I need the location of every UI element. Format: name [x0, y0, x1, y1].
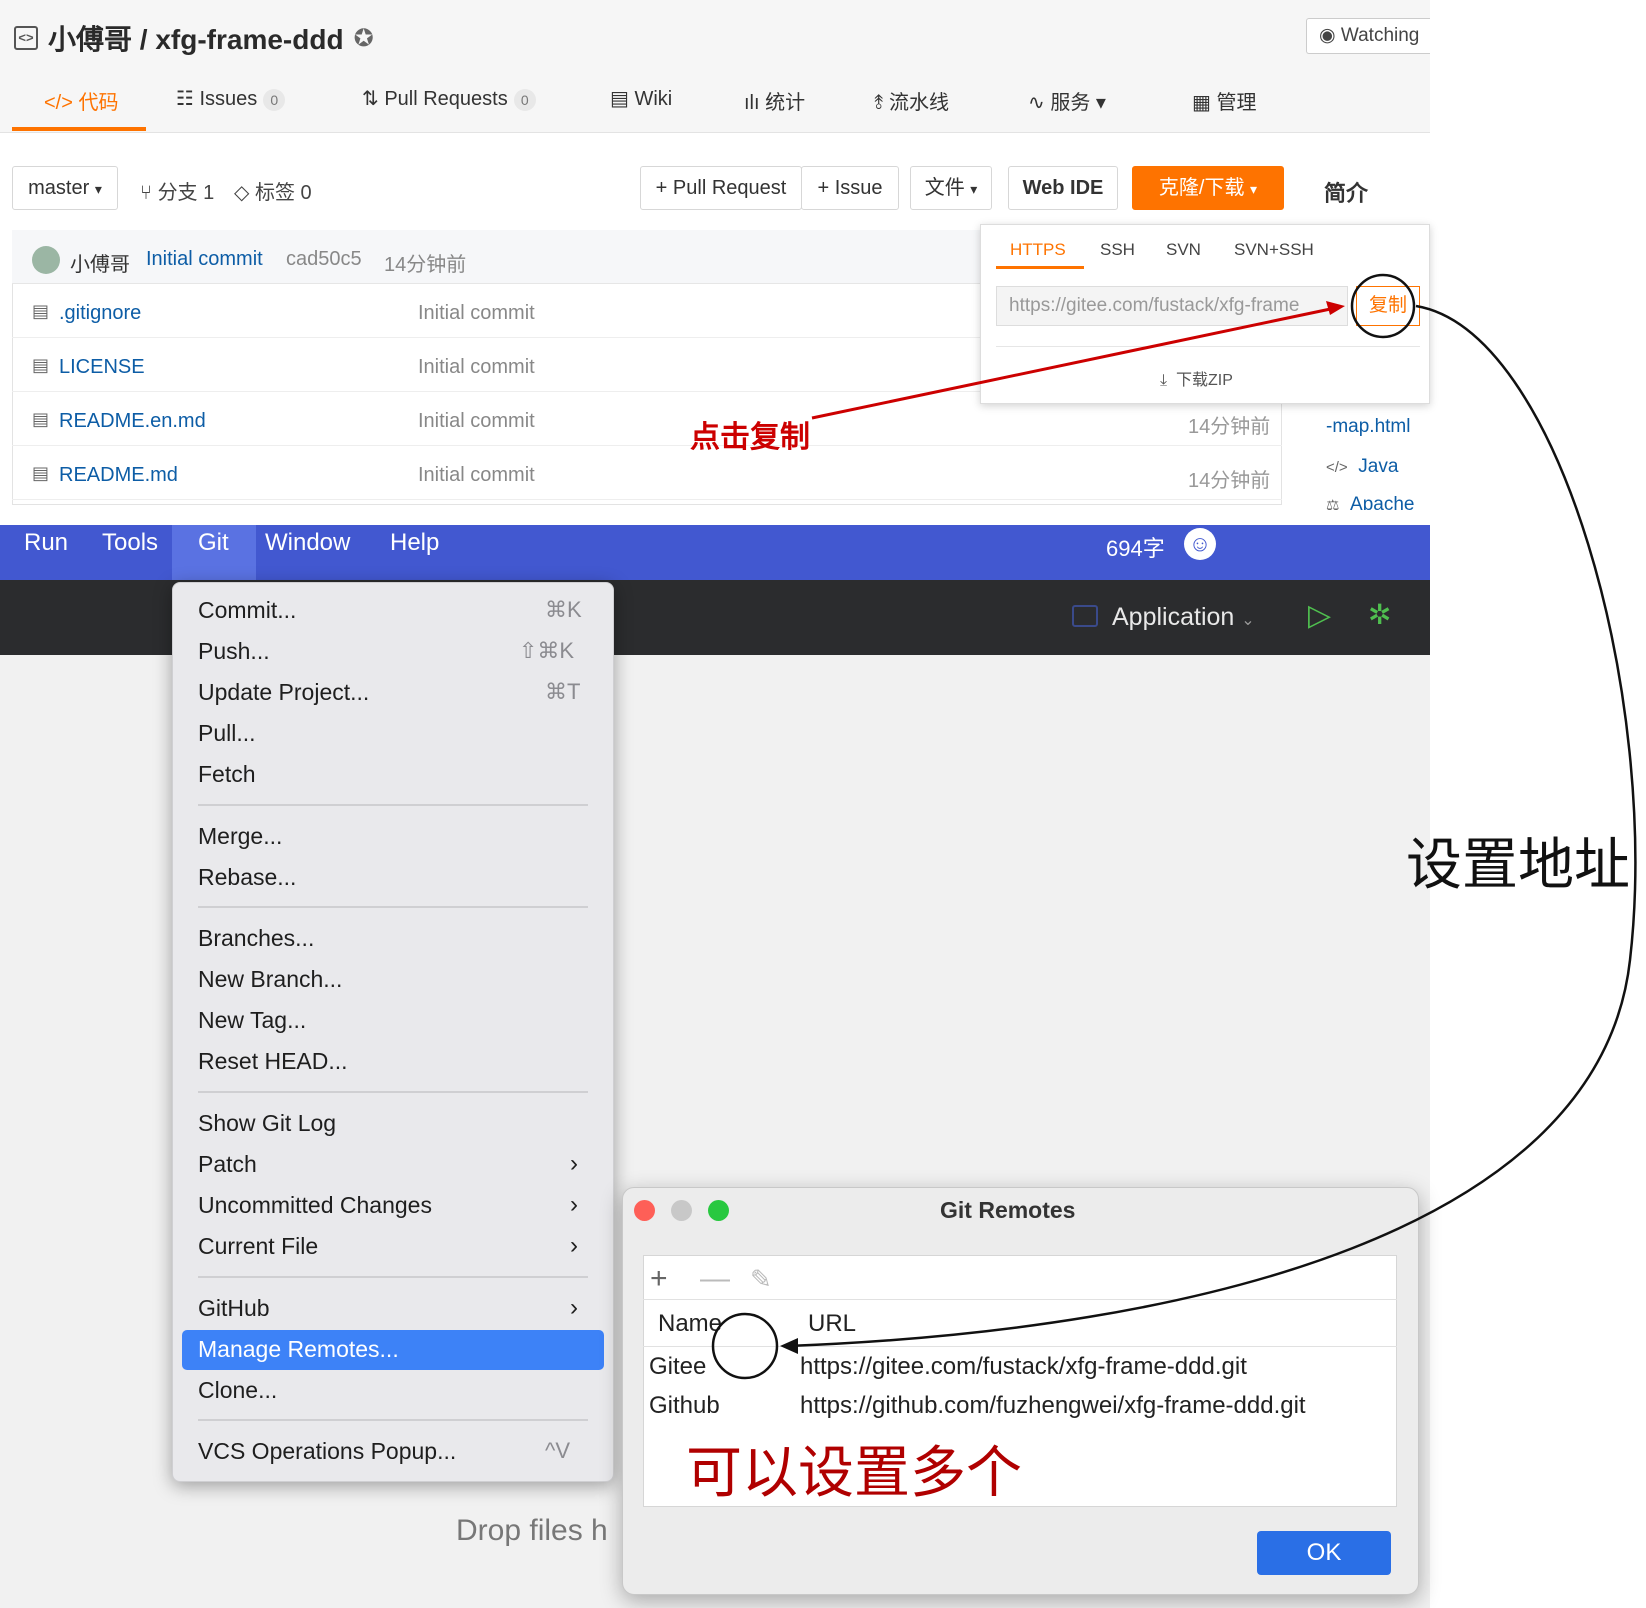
annotation-arrow-head: [1326, 301, 1345, 315]
annotation-overlay: [711, 273, 1637, 1380]
annotation-circle: [711, 1312, 779, 1380]
annotation-click-copy: 点击复制: [690, 421, 810, 454]
annotation-circle: [1350, 273, 1416, 339]
annotation-curve-arrowhead: [780, 1338, 798, 1354]
annotation-multiple: 可以设置多个: [686, 1441, 1022, 1504]
annotation-set-address: 设置地址: [1406, 833, 1630, 896]
annotation-arrow-line: [811, 305, 1341, 420]
